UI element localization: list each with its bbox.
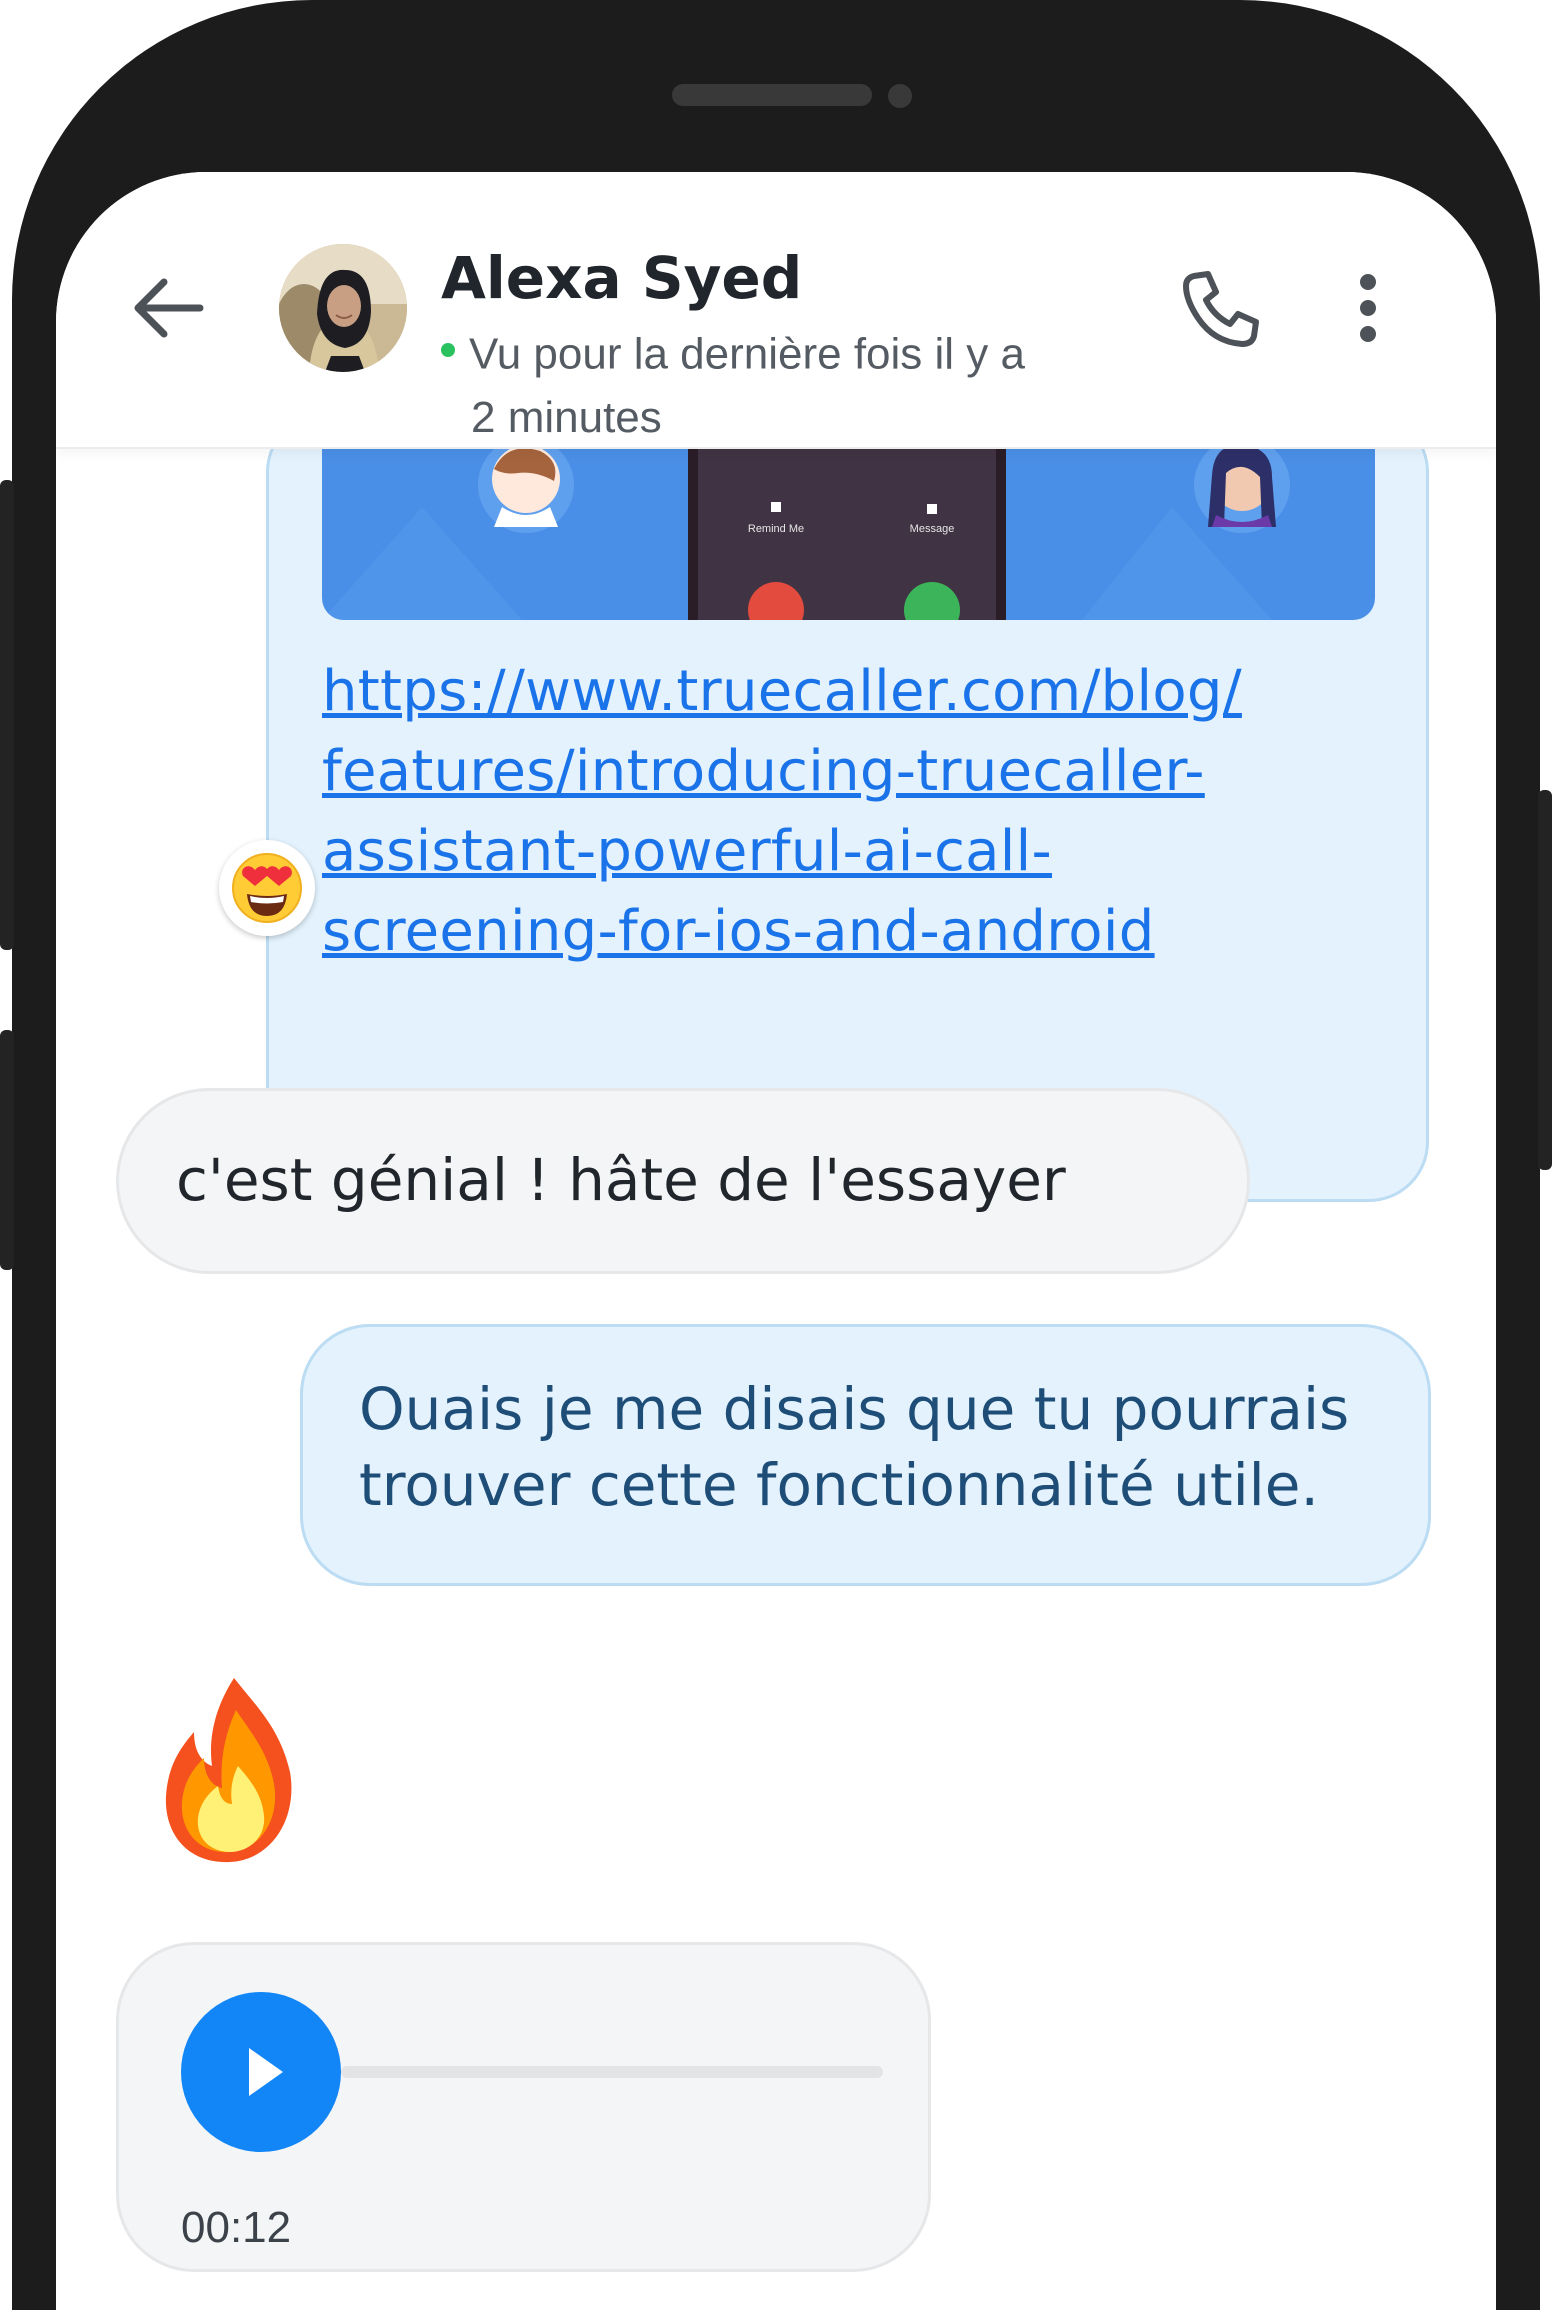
last-seen-status: Vu pour la dernière fois il y a 2 minute… xyxy=(441,320,1141,450)
truecaller-preview-graphic: Remind Me Message xyxy=(322,447,1375,620)
contact-avatar[interactable] xyxy=(279,244,407,372)
link-url-line[interactable]: https://www.truecaller.com/blog/ xyxy=(322,652,1392,732)
avatar-photo xyxy=(279,244,407,372)
audio-progress-track[interactable] xyxy=(341,2066,883,2078)
back-arrow-icon[interactable] xyxy=(130,270,206,346)
last-seen-line-2: 2 minutes xyxy=(471,393,662,443)
play-button[interactable] xyxy=(181,1992,341,2152)
reaction-badge[interactable] xyxy=(219,840,315,936)
incoming-audio-bubble: 00:12 xyxy=(116,1942,931,2272)
link-url-line[interactable]: features/introducing-truecaller- xyxy=(322,732,1392,812)
heart-eyes-emoji-icon xyxy=(232,853,302,923)
phone-icon[interactable] xyxy=(1180,270,1260,350)
contact-name[interactable]: Alexa Syed xyxy=(441,244,802,312)
link-url[interactable]: https://www.truecaller.com/blog/ feature… xyxy=(322,652,1392,972)
incoming-message-bubble[interactable]: c'est génial ! hâte de l'essayer xyxy=(116,1088,1250,1274)
more-vertical-icon[interactable] xyxy=(1356,268,1380,348)
front-camera xyxy=(888,84,912,108)
chat-screen: Alexa Syed Vu pour la dernière fois il y… xyxy=(56,172,1496,2312)
link-preview-image[interactable]: Remind Me Message xyxy=(322,447,1375,620)
side-button-right xyxy=(1538,790,1552,1170)
play-icon xyxy=(249,2048,283,2096)
audio-duration: 00:12 xyxy=(181,2203,292,2252)
outgoing-message-text: Ouais je me disais que tu pourrais trouv… xyxy=(359,1371,1419,1523)
incoming-message-text: c'est génial ! hâte de l'essayer xyxy=(176,1146,1066,1214)
outgoing-message-line: trouver cette fonctionnalité utile. xyxy=(359,1451,1319,1519)
link-url-line[interactable]: screening-for-ios-and-android xyxy=(322,892,1392,972)
last-seen-line-1: Vu pour la dernière fois il y a xyxy=(469,329,1025,379)
power-button-left xyxy=(0,1030,14,1270)
preview-message-label: Message xyxy=(910,523,955,535)
preview-remind-me-label: Remind Me xyxy=(748,523,804,535)
fire-emoji-icon[interactable] xyxy=(164,1676,296,1866)
volume-button xyxy=(0,480,14,950)
link-url-line[interactable]: assistant-powerful-ai-call- xyxy=(322,812,1392,892)
speaker-grille xyxy=(672,84,872,106)
outgoing-message-bubble[interactable]: Ouais je me disais que tu pourrais trouv… xyxy=(300,1324,1431,1586)
outgoing-message-line: Ouais je me disais que tu pourrais xyxy=(359,1375,1350,1443)
online-status-dot xyxy=(441,343,455,358)
chat-header: Alexa Syed Vu pour la dernière fois il y… xyxy=(56,172,1496,449)
